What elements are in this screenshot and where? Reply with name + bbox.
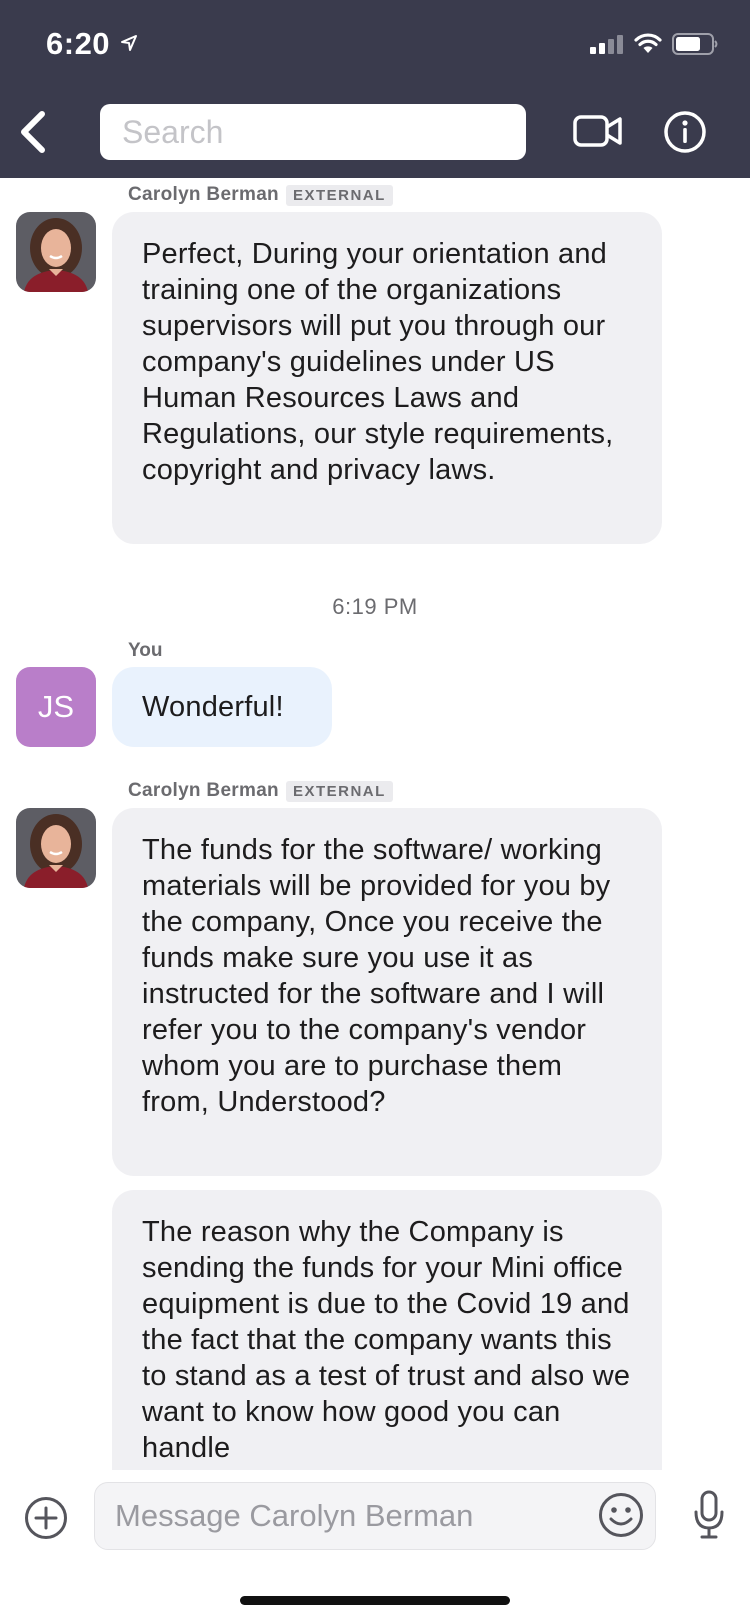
back-chevron-icon[interactable] [14,110,54,154]
sender-name: You [128,640,163,661]
message-bubble-mine[interactable]: Wonderful! [112,667,332,747]
avatar-user[interactable]: JS [16,667,96,747]
battery-icon [672,33,718,55]
emoji-icon[interactable] [598,1492,644,1538]
status-time: 6:20 [46,26,111,61]
message-input[interactable]: Message Carolyn Berman [94,1482,656,1550]
info-icon[interactable] [664,111,706,153]
home-indicator [240,1596,510,1605]
profile-photo-icon [16,212,96,292]
profile-photo-icon [16,808,96,888]
message-clip: The reason why the Company is sending th… [0,1190,750,1470]
search-input[interactable]: Search [100,104,526,160]
microphone-icon[interactable] [692,1490,726,1540]
message-bubble[interactable]: Perfect, During your orientation and tra… [112,212,662,544]
time-divider: 6:19 PM [332,594,418,619]
sender-name[interactable]: Carolyn Berman [128,184,279,206]
video-call-icon[interactable] [573,114,623,148]
message-header: Carolyn Berman EXTERNAL [128,780,393,802]
message-bubble[interactable]: The funds for the software/ working mate… [112,808,662,1176]
avatar-carolyn-berman[interactable] [16,808,96,888]
wifi-icon [634,33,662,53]
sender-name[interactable]: Carolyn Berman [128,780,279,802]
cellular-signal-icon [590,35,623,54]
external-badge: EXTERNAL [285,184,393,206]
location-arrow-icon [121,35,137,51]
external-badge: EXTERNAL [285,780,393,802]
top-bar: 6:20 Search [0,0,750,178]
add-attachment-icon[interactable] [24,1496,68,1540]
avatar-carolyn-berman[interactable] [16,212,96,292]
message-header: Carolyn Berman EXTERNAL [128,184,393,206]
message-bubble[interactable]: The reason why the Company is sending th… [112,1190,662,1470]
